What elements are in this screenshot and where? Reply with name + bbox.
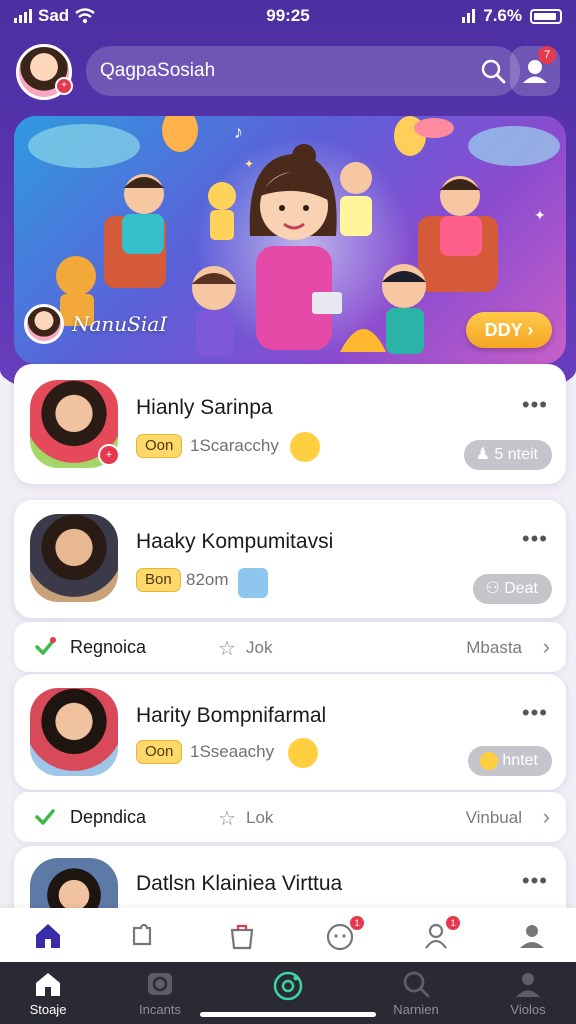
action-pill-label: hntet [502, 752, 538, 769]
row-label: Depndica [70, 807, 147, 827]
nav-label: Violos [510, 1002, 546, 1017]
avatar-badge: + [55, 77, 73, 95]
nav-label: Narnien [393, 1002, 439, 1017]
home-icon [36, 973, 60, 996]
user-avatar[interactable]: + [16, 44, 73, 100]
more-options-button[interactable]: ••• [522, 526, 548, 552]
status-tag: Oon [136, 740, 183, 764]
status-bar: Sad 99:25 7.6% [0, 0, 576, 34]
smile-emoji-icon [290, 432, 320, 462]
row-right-text: Mbasta [466, 638, 522, 657]
status-tag: Bon [136, 568, 181, 592]
profile-name: Haaky Kompumitavsi [136, 530, 334, 553]
puzzle-icon[interactable] [126, 920, 158, 952]
gallery-icon [148, 973, 172, 995]
chevron-right-icon[interactable]: › [543, 804, 550, 830]
battery-percent: 7.6% [483, 6, 522, 25]
profile-photo [30, 514, 118, 602]
profile-card[interactable]: Haaky Kompumitavsi ••• Bon 82om ⚇ Deat [14, 500, 566, 618]
action-pill[interactable]: ♟ 5 nteit [463, 440, 552, 470]
person-icon: ♟ [475, 446, 490, 463]
emoji-icon [479, 751, 498, 770]
cell-signal-icon [462, 9, 476, 23]
more-options-button[interactable]: ••• [522, 700, 548, 726]
hero-caption-label: NanuSiaI [72, 312, 168, 336]
check-icon [35, 809, 55, 825]
action-pill[interactable]: ⚇ Deat [473, 574, 552, 604]
hero-banner[interactable]: ♪ ✦ ✦ NanuSiaI DDY › [14, 116, 566, 364]
action-pill-label: Deat [504, 580, 538, 597]
chevron-right-icon[interactable]: › [543, 634, 550, 660]
nav-label: Stoaje [29, 1002, 67, 1017]
profile-name: Hianly Sarinpa [136, 396, 273, 419]
home-indicator [200, 1012, 376, 1017]
svg-text:♪: ♪ [234, 122, 243, 142]
star-icon[interactable]: ☆ [218, 806, 236, 831]
smile-emoji-icon [288, 738, 318, 768]
account-icon[interactable] [516, 920, 548, 952]
status-tag: Oon [136, 434, 183, 458]
app-header: + QagpaSosiah 7 [16, 44, 560, 100]
hero-cta-button[interactable]: DDY › [466, 312, 552, 348]
nav-item-home[interactable]: Stoaje [0, 970, 96, 1017]
profile-subtitle: 1Sseaachy [190, 742, 275, 761]
more-options-button[interactable]: ••• [522, 868, 548, 894]
hero-caption: NanuSiaI [24, 304, 167, 344]
profile-photo [30, 688, 118, 776]
orbit-icon [273, 971, 303, 1001]
tab-bar: 1 1 [0, 908, 576, 962]
people-emoji-icon [238, 568, 268, 598]
profile-card[interactable]: + Hianly Sarinpa ••• Oon 1Scaracchy ♟ 5 … [14, 364, 566, 484]
star-icon[interactable]: ☆ [218, 636, 236, 661]
profile-name: Harity Bompnifarmal [136, 704, 327, 727]
profile-name: Datlsn Klainiea Virttua [136, 872, 343, 895]
profile-notification-badge: 7 [538, 46, 556, 64]
list-row[interactable]: Depndica ☆ Lok Vinbual › [14, 792, 566, 842]
hero-avatar [24, 304, 64, 344]
row-label: Regnoica [70, 637, 147, 657]
nav-label: Incants [139, 1002, 181, 1017]
search-input[interactable]: QagpaSosiah [86, 46, 520, 96]
profile-subtitle: 1Scaracchy [190, 436, 279, 455]
svg-text:✦: ✦ [244, 157, 254, 171]
group-icon: ⚇ [485, 580, 500, 597]
nav-item-center[interactable] [240, 970, 336, 1006]
row-right-text: Vinbual [465, 808, 522, 827]
nav-item-incants[interactable]: Incants [112, 970, 208, 1017]
battery-icon [530, 8, 562, 24]
nav-item-profile[interactable]: Violos [480, 970, 576, 1017]
profile-card[interactable]: Harity Bompnifarmal ••• Oon 1Sseaachy hn… [14, 674, 566, 790]
profile-subtitle: 82om [186, 570, 229, 589]
action-pill[interactable]: hntet [467, 746, 552, 776]
photo-badge: + [98, 444, 120, 466]
nav-item-search[interactable]: Narnien [368, 970, 464, 1017]
row-middle-text: Jok [246, 638, 273, 657]
svg-text:✦: ✦ [534, 207, 546, 223]
home-icon[interactable] [32, 920, 64, 952]
row-middle-text: Lok [246, 808, 274, 827]
more-options-button[interactable]: ••• [522, 392, 548, 418]
search-icon[interactable] [480, 58, 506, 84]
list-row[interactable]: Regnoica ☆ Jok Mbasta › [14, 622, 566, 672]
profile-button[interactable]: 7 [510, 46, 560, 96]
people-badge: 1 [446, 916, 460, 930]
search-placeholder: QagpaSosiah [100, 60, 216, 81]
action-pill-label: 5 nteit [494, 446, 538, 463]
search-icon [403, 971, 430, 998]
check-icon [35, 637, 56, 655]
shopping-bag-icon[interactable] [226, 920, 258, 952]
chat-badge: 1 [350, 916, 364, 930]
person-icon [516, 973, 540, 997]
